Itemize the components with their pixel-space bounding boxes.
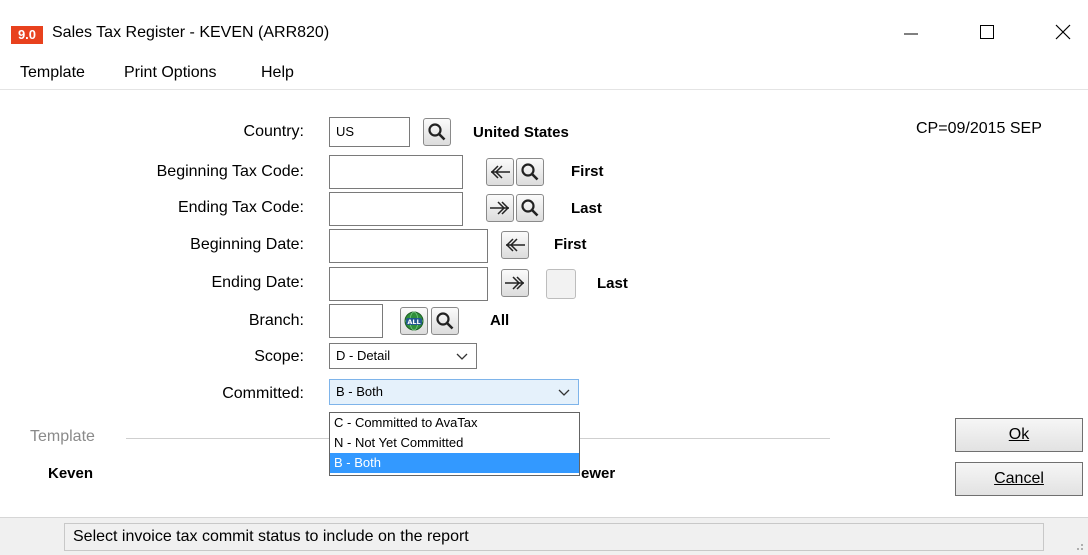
- menu-help[interactable]: Help: [261, 64, 294, 82]
- menu-bar: Template Print Options Help: [0, 60, 1088, 90]
- chevron-down-icon: [558, 389, 570, 396]
- committed-option-c[interactable]: C - Committed to AvaTax: [330, 413, 579, 433]
- beginning-date-description: First: [554, 236, 587, 253]
- app-version-badge: 9.0: [11, 26, 43, 44]
- country-description: United States: [473, 124, 569, 141]
- menu-template-label: Template: [20, 64, 85, 81]
- beginning-tax-code-lookup-button[interactable]: [516, 158, 544, 186]
- beginning-tax-code-label: Beginning Tax Code:: [156, 163, 304, 180]
- ending-tax-code-label: Ending Tax Code:: [177, 199, 304, 216]
- template-group-label: Template: [30, 428, 95, 445]
- ending-date-input[interactable]: [329, 267, 488, 301]
- beginning-date-input[interactable]: [329, 229, 488, 263]
- first-arrow-icon: [490, 165, 510, 179]
- ending-date-description: Last: [597, 275, 628, 292]
- branch-input[interactable]: [329, 304, 383, 338]
- committed-option-b[interactable]: B - Both: [330, 453, 579, 473]
- minimize-icon: [904, 33, 918, 35]
- status-message: Select invoice tax commit status to incl…: [64, 523, 1044, 551]
- country-input[interactable]: US: [329, 117, 410, 147]
- committed-dropdown-list: C - Committed to AvaTax N - Not Yet Comm…: [329, 412, 580, 476]
- report-form: CP=09/2015 SEP Country: US United States…: [0, 90, 1088, 496]
- ending-tax-code-lookup-button[interactable]: [516, 194, 544, 222]
- search-icon: [428, 123, 446, 141]
- menu-print-options-label: Print Options: [124, 64, 217, 81]
- beginning-tax-code-input[interactable]: [329, 155, 463, 189]
- close-button[interactable]: [1040, 14, 1086, 50]
- search-icon: [436, 312, 454, 330]
- window-title: Sales Tax Register - KEVEN (ARR820): [52, 24, 330, 41]
- svg-text:ALL: ALL: [407, 318, 420, 326]
- ending-tax-code-input[interactable]: [329, 192, 463, 226]
- ok-button[interactable]: Ok: [955, 418, 1083, 452]
- branch-label: Branch:: [248, 312, 304, 329]
- minimize-button[interactable]: [888, 14, 934, 50]
- ending-date-label: Ending Date:: [211, 274, 304, 291]
- menu-print-options[interactable]: Print Options: [124, 64, 216, 82]
- branch-description: All: [490, 312, 510, 329]
- last-tax-code-button[interactable]: [486, 194, 514, 222]
- ok-button-label: Ok: [1008, 426, 1030, 443]
- ending-tax-code-description: Last: [571, 200, 602, 217]
- search-icon: [521, 163, 539, 181]
- maximize-button[interactable]: [964, 14, 1010, 50]
- scope-label: Scope:: [254, 348, 304, 365]
- last-arrow-icon: [505, 276, 525, 290]
- first-date-button[interactable]: [501, 231, 529, 259]
- search-icon: [521, 199, 539, 217]
- beginning-date-label: Beginning Date:: [190, 236, 304, 253]
- maximize-icon: [980, 25, 994, 39]
- committed-option-n[interactable]: N - Not Yet Committed: [330, 433, 579, 453]
- menu-template[interactable]: Template: [20, 64, 85, 82]
- country-lookup-button[interactable]: [423, 118, 451, 146]
- last-date-button[interactable]: [501, 269, 529, 297]
- all-globe-icon: ALL: [404, 311, 424, 331]
- first-arrow-icon: [505, 238, 525, 252]
- status-bar: Select invoice tax commit status to incl…: [0, 517, 1088, 555]
- first-tax-code-button[interactable]: [486, 158, 514, 186]
- branch-lookup-button[interactable]: [431, 307, 459, 335]
- template-name: Keven: [48, 465, 94, 482]
- country-label: Country:: [243, 123, 304, 140]
- cancel-button-label: Cancel: [994, 470, 1044, 487]
- committed-label: Committed:: [222, 385, 304, 402]
- cancel-button[interactable]: Cancel: [955, 462, 1083, 496]
- committed-value: B - Both: [336, 384, 383, 399]
- resize-grip-icon[interactable]: [1074, 541, 1084, 551]
- scope-value: D - Detail: [336, 348, 391, 363]
- branch-all-button[interactable]: ALL: [400, 307, 428, 335]
- committed-select[interactable]: B - Both: [329, 379, 579, 405]
- beginning-tax-code-description: First: [571, 163, 604, 180]
- last-arrow-icon: [490, 201, 510, 215]
- template-partial-text: ewer: [581, 465, 616, 482]
- close-icon: [1055, 24, 1071, 40]
- current-period: CP=09/2015 SEP: [916, 120, 1042, 137]
- menu-help-label: Help: [261, 64, 294, 81]
- ending-date-calendar-button[interactable]: [546, 269, 576, 299]
- title-bar: 9.0 Sales Tax Register - KEVEN (ARR820): [0, 0, 1088, 60]
- chevron-down-icon: [456, 353, 468, 360]
- scope-select[interactable]: D - Detail: [329, 343, 477, 369]
